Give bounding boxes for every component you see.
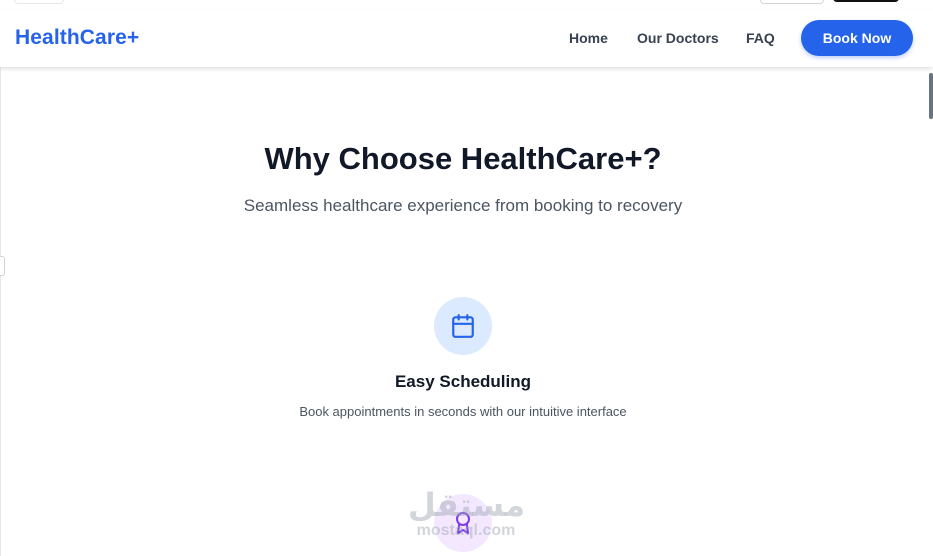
feature-icon-circle — [434, 297, 492, 355]
feature-title: Easy Scheduling — [394, 372, 532, 391]
nav-link-our-doctors[interactable]: Our Doctors — [637, 30, 719, 46]
calendar-icon — [452, 314, 474, 338]
left-edge-handle[interactable] — [0, 256, 5, 276]
watermark-latin: mostaql.com — [416, 522, 516, 539]
cropped-top-element — [14, 0, 64, 4]
feature-description: Book appointments in seconds with our in… — [299, 404, 627, 419]
cropped-top-dark-button[interactable] — [833, 0, 899, 2]
nav-link-home[interactable]: Home — [569, 30, 608, 46]
book-now-button[interactable]: Book Now — [801, 20, 913, 56]
brand-logo[interactable]: HealthCare+ — [15, 26, 139, 50]
section-subtitle: Seamless healthcare experience from book… — [243, 196, 683, 215]
cropped-top-button[interactable] — [760, 0, 824, 4]
watermark-arabic: مستقل — [408, 486, 526, 524]
watermark: مستقل mostaql.com — [408, 486, 526, 540]
page: HealthCare+ Home Our Doctors FAQ Book No… — [0, 0, 933, 556]
navbar: HealthCare+ Home Our Doctors FAQ Book No… — [0, 10, 933, 67]
section-title: Why Choose HealthCare+? — [264, 141, 662, 176]
scrollbar-thumb[interactable] — [929, 73, 933, 119]
nav-link-faq[interactable]: FAQ — [746, 30, 775, 46]
